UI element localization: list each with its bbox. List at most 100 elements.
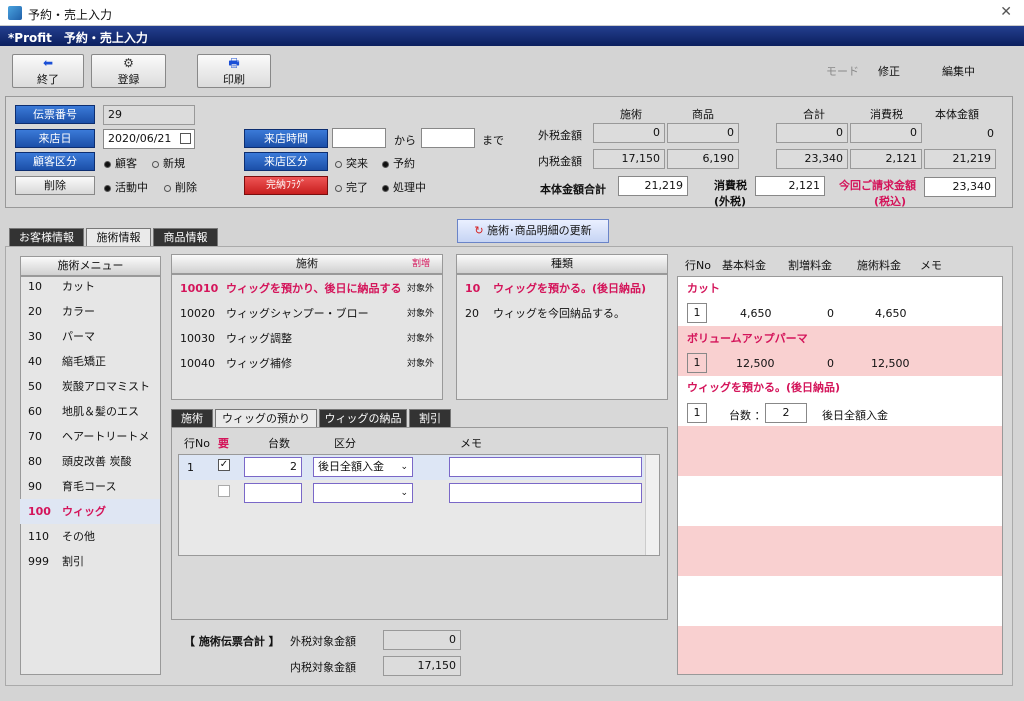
list-item[interactable]: 10 ウィッグを預かる。(後日納品) [457, 278, 667, 300]
list-item[interactable]: 10020 ウィッグシャンプー・ブロー 対象外 [172, 303, 442, 325]
grid-hdr-memo: メモ [460, 437, 482, 450]
list-item[interactable]: 20 ウィッグを今回納品する。 [457, 303, 667, 325]
kubun-select[interactable]: ⌄ [313, 483, 413, 503]
sidebar-item-service-menu[interactable]: 999 割引 [20, 549, 160, 574]
tab-customer-info[interactable]: お客様情報 [9, 228, 84, 247]
int-target-label: 内税対象金額 [290, 661, 356, 674]
row-number: 1 [187, 461, 194, 474]
visit-time-to-input[interactable] [421, 128, 475, 148]
hdr-total: 合計 [803, 108, 825, 121]
sidebar-item-service-menu[interactable]: 70 ヘアートリートメ [20, 424, 160, 449]
grid-hdr-required: 要 [218, 437, 229, 450]
subtab-wig-deposit[interactable]: ウィッグの預かり [215, 409, 317, 428]
tab-product-info[interactable]: 商品情報 [153, 228, 218, 247]
customer-type-label: 顧客区分 [15, 152, 95, 171]
wig-qty-label: 台数 ： [729, 409, 766, 422]
subtab-discount[interactable]: 割引 [409, 409, 451, 428]
grid-hdr-row: 行No [184, 437, 210, 450]
mode-label: モード [826, 65, 859, 78]
detail-hdr-fee: 施術料金 [857, 259, 901, 272]
until-label: まで [482, 134, 504, 147]
body-total-label: 本体金額合計 [540, 183, 606, 196]
radio-processing[interactable]: 処理中 [382, 179, 426, 195]
radio-active[interactable]: 活動中 [104, 179, 148, 195]
memo-input[interactable] [449, 483, 642, 503]
billing-sublabel: (税込) [874, 195, 907, 208]
calendar-icon[interactable] [180, 133, 191, 144]
delete-button[interactable]: 削除 [15, 176, 95, 195]
sidebar-item-service-menu[interactable]: 40 縮毛矯正 [20, 349, 160, 374]
sidebar-item-service-menu[interactable]: 60 地肌＆髪のエス [20, 399, 160, 424]
close-icon[interactable]: ✕ [1000, 4, 1012, 20]
radio-complete[interactable]: 完了 [335, 179, 368, 195]
ext-target-label: 外税対象金額 [290, 635, 356, 648]
grid-scrollbar[interactable] [645, 455, 659, 555]
ext-product: 0 [667, 123, 739, 143]
qty-input[interactable] [244, 483, 302, 503]
detail-hdr-extra: 割増料金 [788, 259, 832, 272]
sidebar-item-service-menu[interactable]: 80 頭皮改善 炭酸 [20, 449, 160, 474]
sidebar-item-service-menu[interactable]: 20 カラー [20, 299, 160, 324]
app-icon [8, 6, 22, 20]
detail-extra: 0 [827, 357, 834, 370]
radio-deleted[interactable]: 削除 [164, 179, 197, 195]
int-tax: 2,121 [850, 149, 922, 169]
visit-date-input[interactable]: 2020/06/21 [103, 129, 195, 149]
complete-flag-label: 完納ﾌﾗｸﾞ [244, 176, 328, 195]
grid-hdr-qty: 台数 [268, 437, 290, 450]
radio-reserve[interactable]: 予約 [382, 155, 415, 171]
print-button[interactable]: 🖶 印刷 [197, 54, 271, 88]
gear-icon: ⚙ [123, 56, 134, 70]
window-title: 予約・売上入力 [28, 8, 113, 22]
list-item[interactable]: 10040 ウィッグ補修 対象外 [172, 353, 442, 375]
radio-new[interactable]: 新規 [152, 155, 185, 171]
ext-tax-label: 外税金額 [538, 129, 582, 142]
billing-field: 23,340 [924, 177, 996, 197]
slip-total-label: 【 施術伝票合計 】 [184, 635, 280, 648]
wig-note: 後日全額入金 [822, 409, 888, 422]
list-item [678, 526, 1002, 576]
ext-body: 0 [987, 127, 994, 140]
sidebar-item-service-menu[interactable]: 90 育毛コース [20, 474, 160, 499]
subtab-wig-delivery[interactable]: ウィッグの納品 [319, 409, 407, 428]
wig-qty-field: 2 [765, 403, 807, 423]
sidebar-item-service-menu[interactable]: 10 カット [20, 274, 160, 299]
int-tax-label: 内税金額 [538, 155, 582, 168]
int-body: 21,219 [924, 149, 996, 169]
chevron-down-icon: ⌄ [400, 488, 408, 498]
subtab-service[interactable]: 施術 [171, 409, 213, 428]
sidebar-item-service-menu[interactable]: 30 パーマ [20, 324, 160, 349]
hdr-service: 施術 [620, 108, 642, 121]
qty-input[interactable]: 2 [244, 457, 302, 477]
detail-row-no: 1 [687, 403, 707, 423]
sidebar-item-service-menu[interactable]: 110 その他 [20, 524, 160, 549]
list-item[interactable]: 10010 ウィッグを預かり、後日に納品する 対象外 [172, 278, 442, 300]
type-list-header: 種類 [456, 254, 668, 274]
required-checkbox[interactable]: ✓ [218, 459, 230, 471]
exit-button[interactable]: ⬅ 終了 [12, 54, 84, 88]
tax-sublabel: (外税) [714, 195, 747, 208]
required-checkbox[interactable] [218, 485, 230, 497]
radio-walkin[interactable]: 突来 [335, 155, 368, 171]
sidebar-item-service-menu[interactable]: 100 ウィッグ [20, 499, 160, 524]
tax-field: 2,121 [755, 176, 825, 196]
refresh-details-button[interactable]: ↻ 施術･商品明細の更新 [457, 219, 609, 243]
ext-service: 0 [593, 123, 665, 143]
slip-number-label: 伝票番号 [15, 105, 95, 124]
sidebar-item-service-menu[interactable]: 50 炭酸アロマミスト [20, 374, 160, 399]
slip-number-field: 29 [103, 105, 195, 125]
service-list-header: 施術 割増 [171, 254, 443, 274]
list-item[interactable]: 10030 ウィッグ調整 対象外 [172, 328, 442, 350]
list-item [678, 626, 1002, 674]
body-total-field: 21,219 [618, 176, 688, 196]
billing-label: 今回ご請求金額 [839, 179, 916, 192]
printer-icon: 🖶 [228, 56, 240, 70]
detail-hdr-base: 基本料金 [722, 259, 766, 272]
tab-service-info[interactable]: 施術情報 [86, 228, 151, 247]
int-service: 17,150 [593, 149, 665, 169]
radio-customer[interactable]: 顧客 [104, 155, 137, 171]
visit-time-from-input[interactable] [332, 128, 386, 148]
kubun-select[interactable]: 後日全額入金 ⌄ [313, 457, 413, 477]
save-button[interactable]: ⚙ 登録 [91, 54, 166, 88]
memo-input[interactable] [449, 457, 642, 477]
